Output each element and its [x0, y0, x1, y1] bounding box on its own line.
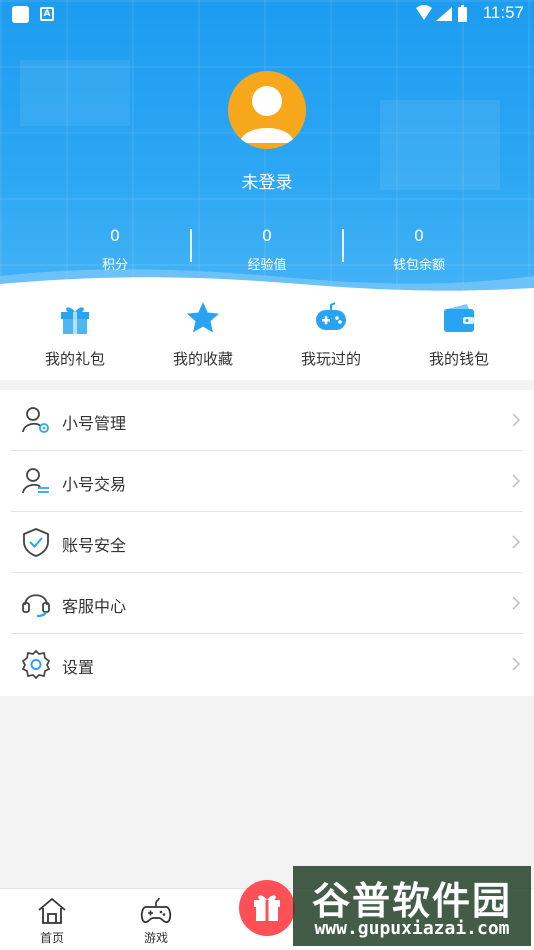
avatar[interactable] — [228, 71, 306, 149]
cell-signal-icon — [436, 7, 452, 21]
quick-label: 我的礼包 — [44, 350, 105, 368]
user-transfer-icon — [22, 468, 49, 494]
quick-my-wallet[interactable]: 我的钱包 — [399, 300, 519, 380]
wallet-icon — [444, 304, 474, 332]
stat-label: 积分 — [101, 258, 128, 273]
stat-points[interactable]: 0 积分 — [40, 226, 190, 273]
menu-item-account-trading[interactable]: 小号交易 — [11, 451, 523, 512]
login-status[interactable]: 未登录 — [0, 168, 534, 193]
chevron-right-icon — [512, 596, 521, 610]
menu-label: 小号交易 — [62, 475, 127, 494]
headset-icon — [22, 594, 50, 617]
shield-check-icon — [23, 528, 49, 557]
stat-wallet-balance[interactable]: 0 钱包余额 — [344, 226, 494, 273]
chevron-right-icon — [512, 535, 521, 549]
tab-home[interactable]: 首页 — [12, 889, 92, 950]
settings-menu: 小号管理 小号交易 账号安全 客服中心 设置 — [0, 390, 534, 696]
tab-games[interactable]: 游戏 — [116, 889, 196, 950]
stat-value: 0 — [261, 226, 273, 245]
chevron-right-icon — [512, 413, 521, 427]
stat-label: 经验值 — [247, 258, 287, 273]
stat-value: 0 — [413, 226, 425, 245]
chevron-right-icon — [512, 657, 521, 671]
tab-label: 游戏 — [143, 931, 168, 945]
gift-icon — [61, 307, 89, 334]
menu-item-alt-accounts[interactable]: 小号管理 — [11, 390, 523, 451]
settings-gear-icon — [21, 649, 51, 679]
notification-icon — [12, 6, 29, 23]
watermark-brand: 谷普软件园 — [311, 879, 512, 923]
quick-my-gifts[interactable]: 我的礼包 — [15, 300, 135, 380]
tab-label: 首页 — [39, 931, 64, 945]
menu-item-account-security[interactable]: 账号安全 — [11, 512, 523, 573]
quick-label: 我玩过的 — [300, 350, 361, 368]
quick-played-games[interactable]: 我玩过的 — [271, 300, 391, 380]
gift-center-button[interactable] — [239, 880, 295, 936]
wifi-icon — [416, 5, 432, 20]
stat-value: 0 — [109, 226, 121, 245]
quick-my-favorites[interactable]: 我的收藏 — [143, 300, 263, 380]
gamepad-icon — [316, 302, 346, 330]
watermark-url: www.gupuxiazai.com — [314, 918, 510, 939]
menu-label: 账号安全 — [62, 536, 127, 555]
header-glow — [20, 60, 130, 126]
menu-label: 小号管理 — [62, 414, 127, 433]
menu-item-customer-service[interactable]: 客服中心 — [11, 573, 523, 634]
avatar-person-icon — [240, 86, 294, 143]
quick-actions: 我的礼包 我的收藏 我玩过的 我的钱包 — [0, 300, 534, 380]
quick-label: 我的钱包 — [428, 350, 489, 368]
stat-experience[interactable]: 0 经验值 — [192, 226, 342, 273]
status-bar: A 11:57 — [0, 0, 534, 28]
quick-label: 我的收藏 — [172, 350, 233, 368]
menu-label: 客服中心 — [62, 597, 127, 616]
a-indicator-icon: A — [40, 7, 54, 21]
stat-label: 钱包余额 — [392, 258, 445, 273]
menu-label: 设置 — [62, 658, 95, 677]
watermark: 谷普软件园 www.gupuxiazai.com — [293, 866, 531, 946]
battery-icon — [458, 7, 467, 22]
signal-battery-icons — [416, 5, 467, 22]
chevron-right-icon — [512, 474, 521, 488]
home-icon — [38, 897, 66, 924]
menu-item-settings[interactable]: 设置 — [11, 634, 523, 695]
clock: 11:57 — [482, 3, 524, 22]
user-gear-icon — [22, 407, 49, 433]
gift-fab-icon — [254, 895, 280, 921]
star-icon — [187, 302, 219, 333]
gamepad-outline-icon — [140, 897, 172, 924]
